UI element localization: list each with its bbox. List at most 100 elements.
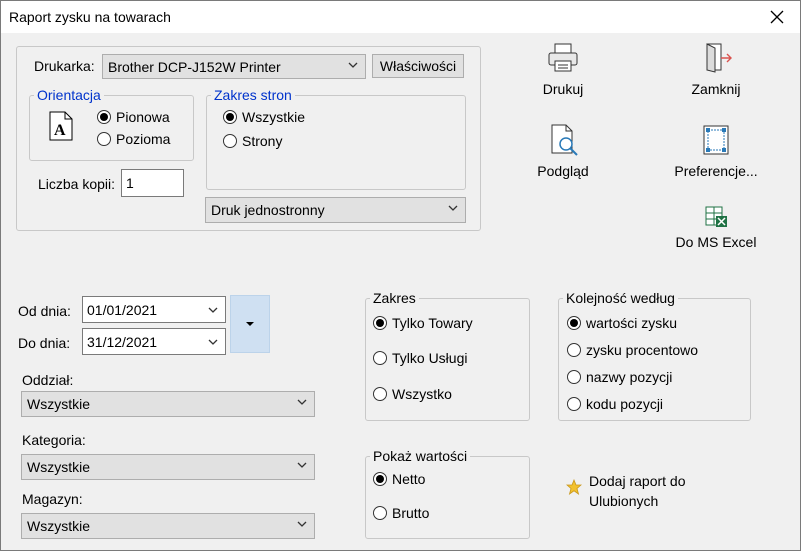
- date-to-label: Do dnia:: [18, 335, 71, 351]
- warehouse-label: Magazyn:: [22, 491, 83, 507]
- window-close-button[interactable]: [754, 1, 800, 33]
- favorites-text-line2: Ulubionych: [589, 493, 659, 509]
- window-title: Raport zysku na towarach: [9, 9, 171, 25]
- chevron-down-icon: [208, 339, 218, 345]
- orientation-portrait-label: Pionowa: [116, 109, 170, 125]
- scope-option-all-label: Wszystko: [392, 386, 452, 402]
- sort-by-profit-percent-radio[interactable]: zysku procentowo: [567, 342, 698, 358]
- print-button[interactable]: Drukuj: [537, 41, 589, 97]
- values-net-label: Netto: [392, 471, 426, 487]
- radio-selected-icon: [373, 472, 387, 486]
- scope-option-goods-radio[interactable]: Tylko Towary: [373, 315, 473, 331]
- sort-by-item-name-radio[interactable]: nazwy pozycji: [567, 369, 672, 385]
- scope-option-services-label: Tylko Usługi: [392, 350, 468, 366]
- duplex-select-value: Druk jednostronny: [211, 202, 325, 218]
- chevron-down-icon: [208, 307, 218, 313]
- chevron-down-icon: [297, 399, 307, 405]
- report-dialog: Raport zysku na towarach Drukarka: Broth…: [0, 0, 801, 551]
- warehouse-select[interactable]: Wszystkie: [21, 513, 315, 539]
- page-margins-icon: [703, 125, 729, 155]
- preview-button-label: Podgląd: [537, 163, 589, 179]
- excel-icon: [705, 206, 727, 227]
- category-select-value: Wszystkie: [27, 459, 90, 475]
- star-icon: [566, 479, 582, 495]
- orientation-landscape-label: Pozioma: [116, 131, 171, 147]
- date-to-input[interactable]: 31/12/2021: [82, 328, 226, 355]
- sort-by-item-code-label: kodu pozycji: [586, 396, 664, 412]
- sort-order-legend: Kolejność według: [563, 290, 678, 306]
- sort-by-profit-value-label: wartości zysku: [586, 315, 678, 331]
- sort-by-item-code-radio[interactable]: kodu pozycji: [567, 396, 663, 412]
- branch-select[interactable]: Wszystkie: [21, 391, 315, 417]
- radio-unselected-icon: [567, 397, 581, 411]
- scope-option-goods-label: Tylko Towary: [392, 315, 473, 331]
- values-gross-label: Brutto: [392, 505, 430, 521]
- printer-icon: [548, 43, 578, 72]
- sort-by-item-name-label: nazwy pozycji: [586, 369, 673, 385]
- category-label: Kategoria:: [22, 432, 86, 448]
- svg-text:A: A: [54, 122, 66, 139]
- branch-label: Oddział:: [22, 372, 74, 388]
- scope-option-services-radio[interactable]: Tylko Usługi: [373, 350, 467, 366]
- radio-unselected-icon: [567, 343, 581, 357]
- chevron-down-icon: [297, 521, 307, 527]
- page-range-all-radio[interactable]: Wszystkie: [223, 109, 305, 125]
- radio-unselected-icon: [373, 387, 387, 401]
- printer-properties-button[interactable]: Właściwości: [372, 54, 464, 78]
- printer-select[interactable]: Brother DCP-J152W Printer: [102, 54, 366, 79]
- close-report-button[interactable]: Zamknij: [685, 41, 747, 97]
- page-range-pages-radio[interactable]: Strony: [223, 133, 282, 149]
- page-range-all-label: Wszystkie: [242, 109, 305, 125]
- radio-selected-icon: [97, 110, 111, 124]
- close-report-button-label: Zamknij: [691, 81, 741, 97]
- scope-option-all-radio[interactable]: Wszystko: [373, 386, 452, 402]
- chevron-down-icon: [348, 62, 358, 68]
- print-button-label: Drukuj: [542, 81, 584, 97]
- title-bar: Raport zysku na towarach: [1, 1, 800, 33]
- chevron-down-icon: [297, 462, 307, 468]
- chevron-down-icon: [448, 205, 458, 211]
- radio-selected-icon: [223, 110, 237, 124]
- radio-unselected-icon: [97, 132, 111, 146]
- preferences-button[interactable]: Preferencje...: [673, 123, 759, 179]
- printer-label: Drukarka:: [34, 58, 95, 74]
- preferences-button-label: Preferencje...: [674, 163, 758, 179]
- radio-unselected-icon: [373, 351, 387, 365]
- date-from-value: 01/01/2021: [87, 301, 158, 318]
- radio-unselected-icon: [373, 506, 387, 520]
- printer-select-value: Brother DCP-J152W Printer: [108, 58, 281, 75]
- sort-by-profit-percent-label: zysku procentowo: [586, 342, 699, 358]
- close-icon: [770, 10, 784, 24]
- date-from-input[interactable]: 01/01/2021: [82, 296, 226, 323]
- print-preview-icon: [551, 124, 578, 156]
- export-excel-button[interactable]: Do MS Excel: [673, 205, 759, 250]
- page-range-legend: Zakres stron: [211, 87, 295, 103]
- caret-down-icon: [246, 322, 254, 326]
- copies-label: Liczba kopii:: [38, 176, 116, 192]
- printer-properties-label: Właściwości: [379, 58, 457, 74]
- orientation-legend: Orientacja: [34, 87, 104, 103]
- values-net-radio[interactable]: Netto: [373, 471, 425, 487]
- preview-button[interactable]: Podgląd: [531, 123, 595, 179]
- favorites-text-line1: Dodaj raport do: [589, 473, 686, 489]
- date-to-value: 31/12/2021: [87, 333, 158, 350]
- orientation-landscape-radio[interactable]: Pozioma: [97, 131, 170, 147]
- sort-by-profit-value-radio[interactable]: wartości zysku: [567, 315, 677, 331]
- portrait-page-icon: A: [49, 111, 73, 141]
- copies-input[interactable]: 1: [121, 169, 184, 197]
- radio-unselected-icon: [567, 370, 581, 384]
- duplex-select[interactable]: Druk jednostronny: [205, 197, 466, 223]
- radio-unselected-icon: [223, 134, 237, 148]
- orientation-portrait-radio[interactable]: Pionowa: [97, 109, 170, 125]
- copies-value: 1: [126, 175, 134, 191]
- values-gross-radio[interactable]: Brutto: [373, 505, 429, 521]
- exit-door-icon: [706, 43, 732, 73]
- date-range-preset-button[interactable]: [230, 295, 270, 353]
- branch-select-value: Wszystkie: [27, 396, 90, 412]
- scope-legend: Zakres: [370, 290, 419, 306]
- page-range-pages-label: Strony: [242, 133, 283, 149]
- radio-selected-icon: [567, 316, 581, 330]
- category-select[interactable]: Wszystkie: [21, 454, 315, 480]
- date-from-label: Od dnia:: [18, 303, 71, 319]
- radio-selected-icon: [373, 316, 387, 330]
